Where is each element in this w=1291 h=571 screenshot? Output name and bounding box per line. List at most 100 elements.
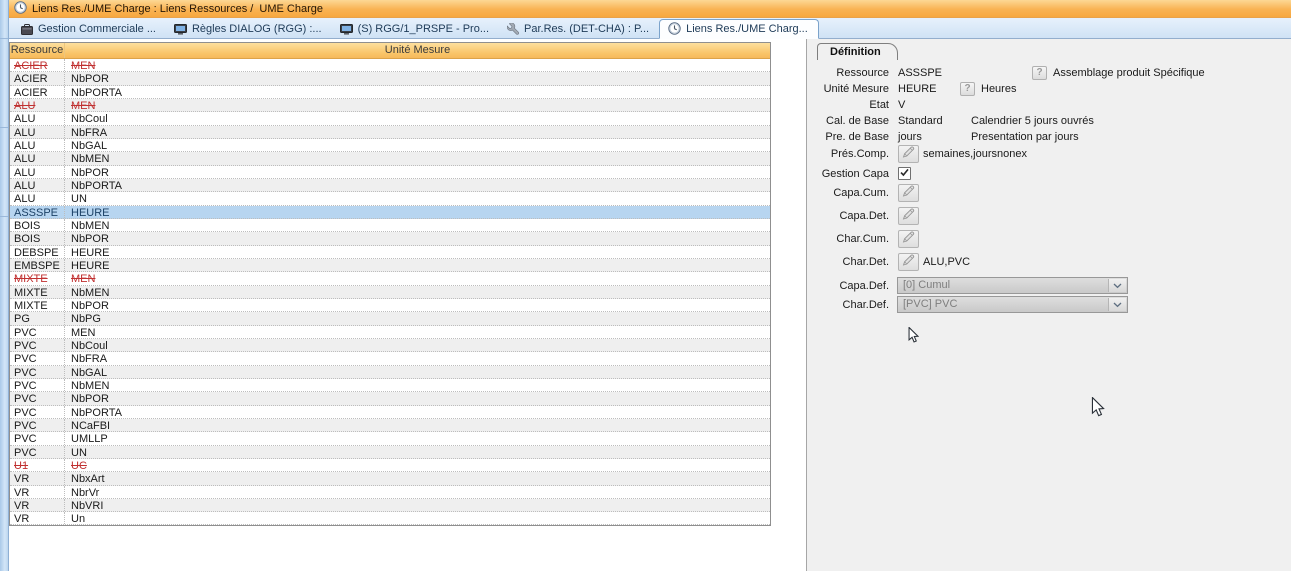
clock-icon bbox=[668, 22, 681, 35]
definition-panel: Définition Ressource ASSSPE ? Assemblage… bbox=[807, 39, 1291, 571]
table-row[interactable]: EMBSPEHEURE bbox=[10, 259, 770, 272]
table-row[interactable]: ACIERMEN bbox=[10, 59, 770, 72]
table-row[interactable]: ALUNbPOR bbox=[10, 166, 770, 179]
cell-ressource: ALU bbox=[10, 99, 65, 111]
cell-unite-mesure: UN bbox=[65, 192, 770, 204]
pre-de-base-value[interactable]: jours bbox=[898, 129, 922, 145]
table-row[interactable]: PVCNbFRA bbox=[10, 352, 770, 365]
cal-de-base-value[interactable]: Standard bbox=[898, 113, 943, 129]
table-row[interactable]: PVCMEN bbox=[10, 326, 770, 339]
pencil-icon bbox=[902, 231, 915, 248]
tab-bar: Gestion Commerciale ...Règles DIALOG (RG… bbox=[9, 18, 1291, 39]
cell-unite-mesure: NbFRA bbox=[65, 352, 770, 364]
cell-unite-mesure: NbCoul bbox=[65, 339, 770, 351]
cell-unite-mesure: NbPOR bbox=[65, 166, 770, 178]
cell-ressource: ALU bbox=[10, 139, 65, 151]
tab-gestion-commerciale[interactable]: Gestion Commerciale ... bbox=[13, 21, 166, 38]
char-cum-edit-button[interactable] bbox=[898, 230, 919, 248]
table-row[interactable]: VRNbVRI bbox=[10, 499, 770, 512]
table-row[interactable]: ALUNbGAL bbox=[10, 139, 770, 152]
briefcase-icon bbox=[21, 24, 33, 35]
table-row[interactable]: ALUNbPORTA bbox=[10, 179, 770, 192]
field-row-char-def: Char.Def. [PVC] PVC bbox=[819, 297, 1285, 313]
table-row[interactable]: ALUNbFRA bbox=[10, 126, 770, 139]
table-row[interactable]: PVCNbGAL bbox=[10, 366, 770, 379]
table-row[interactable]: PVCNbPORTA bbox=[10, 406, 770, 419]
cell-ressource: MIXTE bbox=[10, 272, 65, 284]
cell-unite-mesure: NbPG bbox=[65, 312, 770, 324]
char-def-dropdown[interactable]: [PVC] PVC bbox=[897, 296, 1128, 313]
capa-cum-edit-button[interactable] bbox=[898, 184, 919, 202]
capa-cum-label: Capa.Cum. bbox=[819, 185, 889, 201]
table-row[interactable]: MIXTEMEN bbox=[10, 272, 770, 285]
table-row[interactable]: DEBSPEHEURE bbox=[10, 246, 770, 259]
cell-ressource: PG bbox=[10, 312, 65, 324]
cell-ressource: BOIS bbox=[10, 232, 65, 244]
cell-ressource: PVC bbox=[10, 406, 65, 418]
dock-strip[interactable] bbox=[0, 0, 9, 571]
ressource-value[interactable]: ASSSPE bbox=[898, 65, 942, 81]
capa-def-dropdown[interactable]: [0] Cumul bbox=[897, 277, 1128, 294]
column-header-unite-mesure[interactable]: Unité Mesure bbox=[65, 43, 770, 58]
cell-ressource: BOIS bbox=[10, 219, 65, 231]
pencil-icon bbox=[902, 254, 915, 271]
pre-de-base-description: Presentation par jours bbox=[971, 129, 1079, 145]
table-row[interactable]: ACIERNbPORTA bbox=[10, 86, 770, 99]
cal-de-base-description: Calendrier 5 jours ouvrés bbox=[971, 113, 1094, 129]
cell-ressource: ACIER bbox=[10, 59, 65, 71]
table-row[interactable]: PVCUMLLP bbox=[10, 432, 770, 445]
cell-ressource: ALU bbox=[10, 166, 65, 178]
cell-ressource: VR bbox=[10, 486, 65, 498]
table-row[interactable]: MIXTENbPOR bbox=[10, 299, 770, 312]
table-row[interactable]: VRNbxArt bbox=[10, 472, 770, 485]
table-row[interactable]: MIXTENbMEN bbox=[10, 286, 770, 299]
cell-ressource: PVC bbox=[10, 446, 65, 458]
table-row[interactable]: PVCNbPOR bbox=[10, 392, 770, 405]
etat-value[interactable]: V bbox=[898, 97, 905, 113]
cell-unite-mesure: NbPOR bbox=[65, 232, 770, 244]
cell-unite-mesure: NCaFBI bbox=[65, 419, 770, 431]
table-row[interactable]: U1UC bbox=[10, 459, 770, 472]
unite-mesure-help-button[interactable]: ? bbox=[960, 82, 975, 96]
tab-r-gles-dialog-rgg[interactable]: Règles DIALOG (RGG) :... bbox=[166, 21, 332, 38]
gestion-capa-checkbox[interactable] bbox=[898, 167, 911, 180]
tab-definition[interactable]: Définition bbox=[817, 43, 898, 60]
cell-unite-mesure: NbPOR bbox=[65, 392, 770, 404]
pres-comp-edit-button[interactable] bbox=[898, 145, 919, 163]
tab-par-res-det-cha-p[interactable]: Par.Res. (DET-CHA) : P... bbox=[499, 21, 659, 38]
table-row[interactable]: ALUMEN bbox=[10, 99, 770, 112]
table-row[interactable]: ACIERNbPOR bbox=[10, 72, 770, 85]
window-title: Liens Res./UME Charge : Liens Ressources… bbox=[32, 2, 323, 15]
table-row[interactable]: ALUNbCoul bbox=[10, 112, 770, 125]
cell-ressource: ASSSPE bbox=[10, 206, 65, 218]
char-def-selected-value: [PVC] PVC bbox=[903, 298, 957, 310]
table-row[interactable]: VRNbrVr bbox=[10, 486, 770, 499]
tab-liens-res-ume-charg[interactable]: Liens Res./UME Charg... bbox=[659, 19, 819, 39]
table-row[interactable]: BOISNbMEN bbox=[10, 219, 770, 232]
table-row[interactable]: PVCUN bbox=[10, 446, 770, 459]
cell-ressource: PVC bbox=[10, 326, 65, 338]
cell-unite-mesure: NbPORTA bbox=[65, 86, 770, 98]
cell-unite-mesure: NbMEN bbox=[65, 286, 770, 298]
table-row[interactable]: PGNbPG bbox=[10, 312, 770, 325]
column-header-ressource[interactable]: Ressource bbox=[10, 43, 65, 58]
cell-unite-mesure: NbFRA bbox=[65, 126, 770, 138]
unite-mesure-value[interactable]: HEURE bbox=[898, 81, 937, 97]
table-row[interactable]: ASSSPEHEURE bbox=[10, 206, 770, 219]
table-row[interactable]: PVCNbCoul bbox=[10, 339, 770, 352]
table-row[interactable]: ALUUN bbox=[10, 192, 770, 205]
tab-s-rgg-1-prspe-pro[interactable]: (S) RGG/1_PRSPE - Pro... bbox=[332, 21, 499, 38]
field-row-char-det: Char.Det. ALU,PVC bbox=[819, 254, 1285, 270]
table-body: ACIERMENACIERNbPORACIERNbPORTAALUMENALUN… bbox=[10, 59, 770, 525]
table-row[interactable]: VRUn bbox=[10, 512, 770, 525]
table-row[interactable]: BOISNbPOR bbox=[10, 232, 770, 245]
ressource-help-button[interactable]: ? bbox=[1032, 66, 1047, 80]
capa-det-edit-button[interactable] bbox=[898, 207, 919, 225]
table-row[interactable]: ALUNbMEN bbox=[10, 152, 770, 165]
table-row[interactable]: PVCNbMEN bbox=[10, 379, 770, 392]
char-det-edit-button[interactable] bbox=[898, 253, 919, 271]
cell-unite-mesure: UN bbox=[65, 446, 770, 458]
table-row[interactable]: PVCNCaFBI bbox=[10, 419, 770, 432]
wrench-icon bbox=[507, 23, 519, 35]
pres-comp-value: semaines,joursnonex bbox=[923, 146, 1027, 162]
